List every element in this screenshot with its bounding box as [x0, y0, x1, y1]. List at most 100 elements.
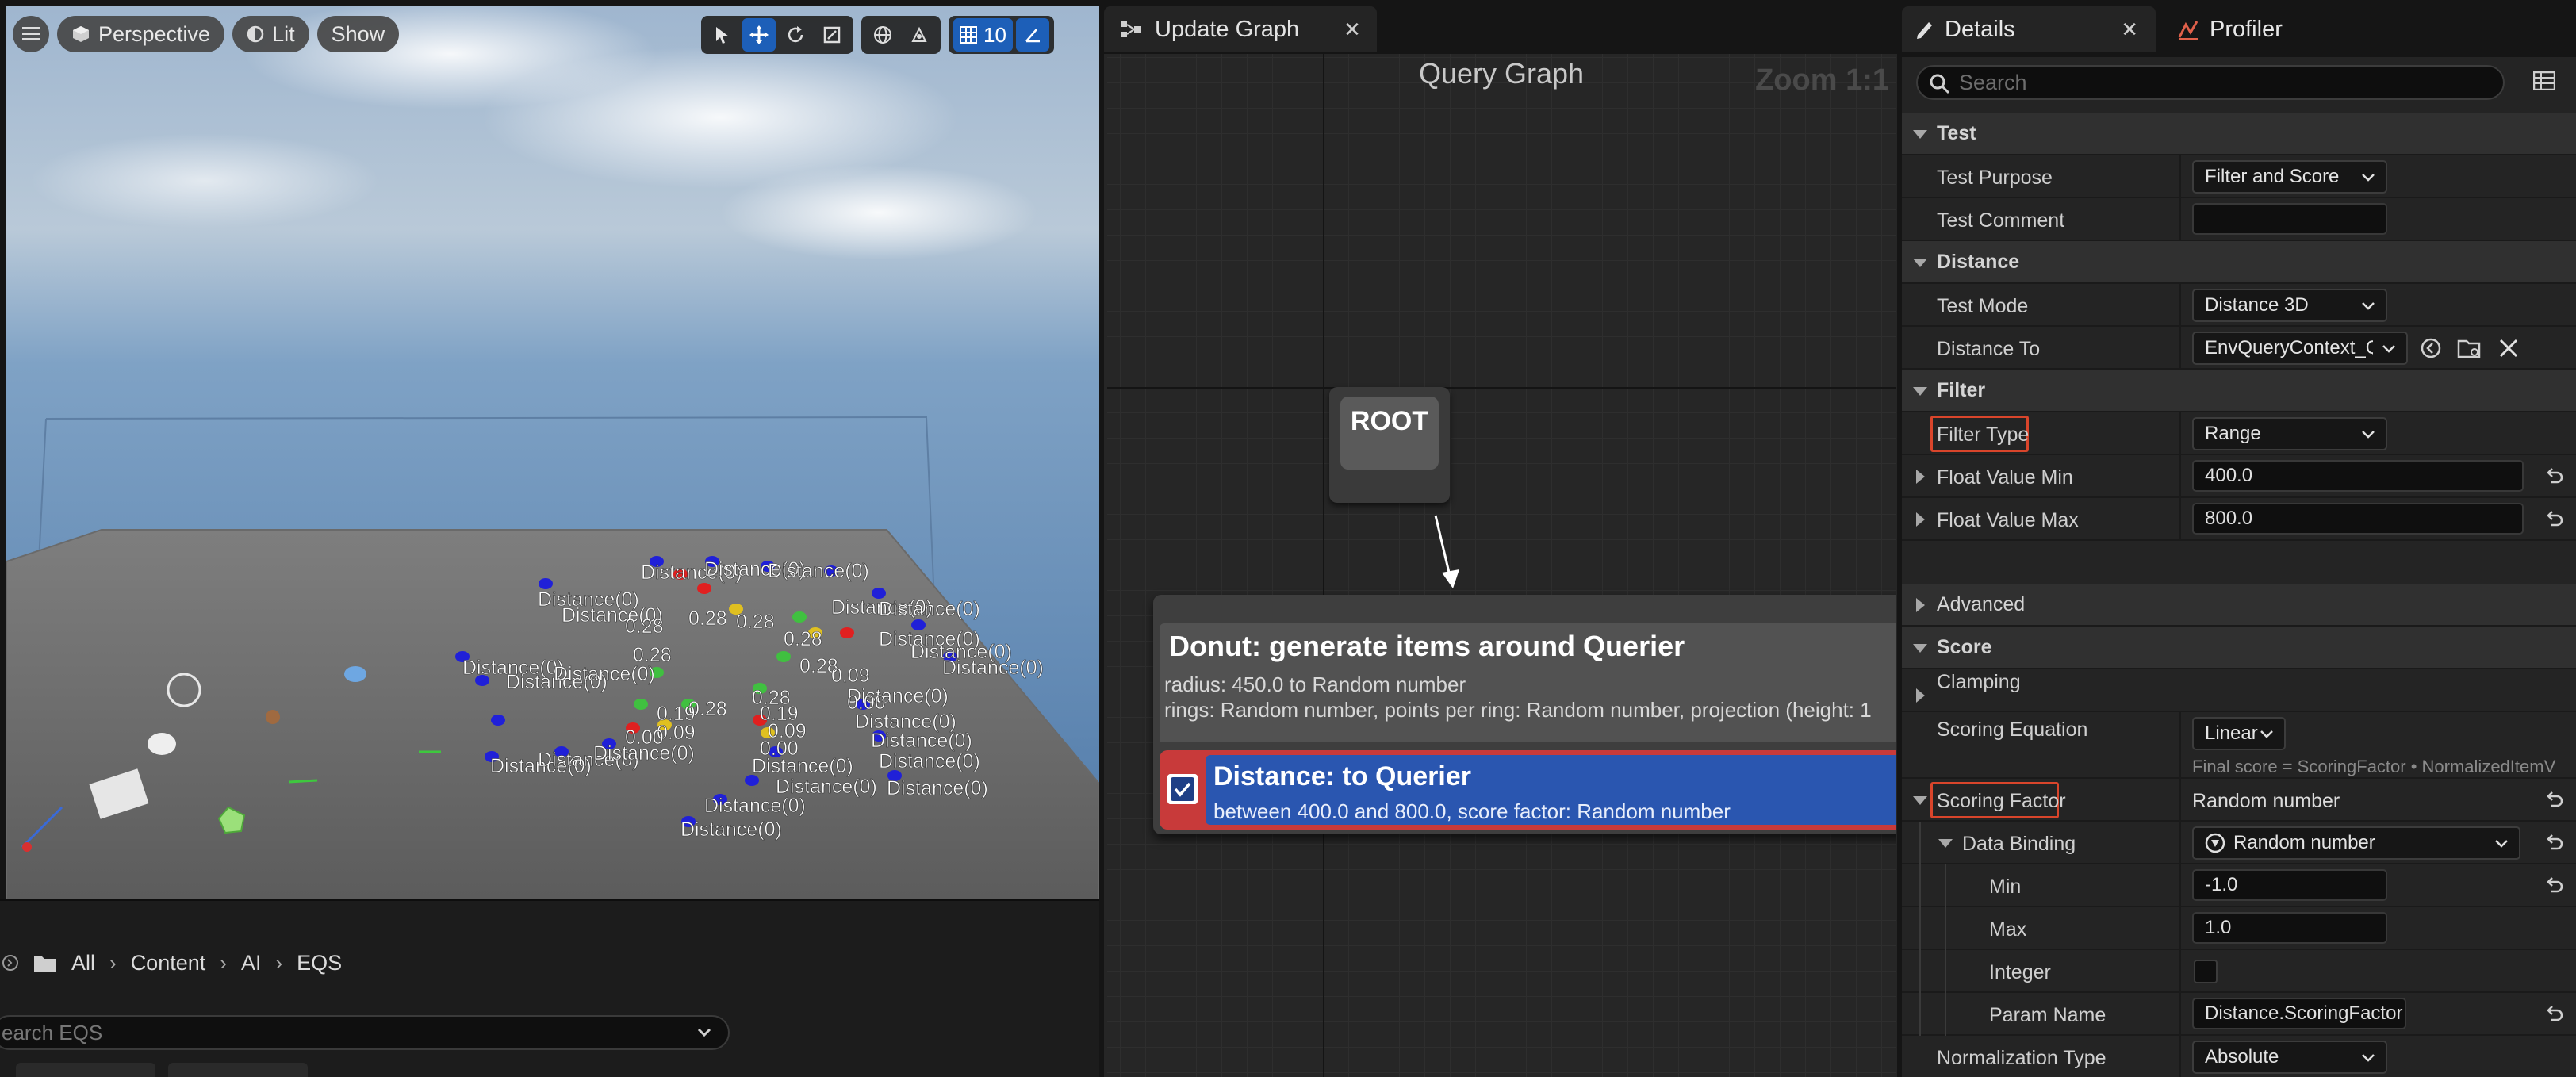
eqs-point-marker [792, 611, 807, 623]
eqs-score-label: Distance(0) [871, 730, 972, 752]
filter-type-combo[interactable]: Range [2192, 417, 2387, 450]
level-viewport[interactable]: Distance(0) Distance(0) Distance(0) Distanc… [6, 6, 1099, 899]
row-clamping[interactable]: Clamping [1902, 669, 2576, 712]
section-distance[interactable]: Distance [1902, 241, 2576, 284]
max-input[interactable]: 1.0 [2192, 912, 2387, 944]
chevron-down-icon[interactable] [695, 1023, 714, 1042]
hamburger-icon [22, 27, 40, 40]
chevron-down-icon [2260, 730, 2273, 738]
reset-arrow-icon[interactable] [2544, 466, 2565, 485]
test-mode-label: Test Mode [1937, 295, 2029, 317]
lit-button[interactable]: Lit [232, 16, 309, 52]
angle-icon [1025, 29, 1040, 43]
test-comment-input[interactable] [2192, 203, 2387, 235]
breadcrumb-ai[interactable]: AI [241, 951, 262, 975]
content-filter-tab[interactable] [168, 1063, 308, 1077]
row-float-min: Float Value Min 400.0 [1902, 455, 2576, 498]
data-binding-combo[interactable]: Random number [2192, 826, 2520, 860]
chevron-down-icon [2362, 1054, 2375, 1062]
test-purpose-combo[interactable]: Filter and Score [2192, 160, 2387, 194]
expand-arrow-icon[interactable] [1916, 512, 1925, 527]
perspective-button[interactable]: Perspective [57, 16, 225, 52]
eqs-score-label: Distance(0) [704, 795, 806, 817]
expand-arrow-icon [1916, 688, 1925, 703]
distance-test-body: Distance: to Querier between 400.0 and 8… [1206, 755, 1896, 825]
row-spacer [1902, 541, 2576, 584]
browse-folder-icon[interactable] [2457, 336, 2482, 360]
viewport-scene[interactable]: Distance(0)Distance(0)Distance(0)Distanc… [6, 6, 1099, 899]
section-test[interactable]: Test [1902, 113, 2576, 155]
show-label: Show [331, 21, 385, 46]
breadcrumb-content[interactable]: Content [131, 951, 206, 975]
float-min-label: Float Value Min [1937, 466, 2073, 489]
content-search-input[interactable]: earch EQS [0, 1015, 730, 1050]
show-button[interactable]: Show [316, 16, 400, 52]
close-icon[interactable]: ✕ [1344, 17, 1361, 42]
float-max-input[interactable]: 800.0 [2192, 503, 2524, 535]
distance-test-node[interactable]: Distance: to Querier between 400.0 and 8… [1160, 750, 1896, 830]
expand-arrow-icon[interactable] [1916, 470, 1925, 484]
details-search-input[interactable]: Search [1916, 65, 2505, 100]
test-mode-combo[interactable]: Distance 3D [2192, 289, 2387, 322]
section-filter-label: Filter [1937, 379, 1986, 401]
root-node[interactable]: ROOT [1329, 387, 1450, 503]
query-graph-canvas[interactable]: Query Graph Zoom 1:1 ROOT Donut: generat… [1107, 54, 1896, 1077]
expand-arrow-icon [1916, 598, 1925, 612]
min-label: Min [1989, 876, 2022, 898]
coordinate-tools [861, 16, 941, 54]
eqs-point-marker [539, 578, 553, 589]
use-selected-icon[interactable] [2419, 336, 2443, 360]
generator-title: Donut: generate items around Querier [1169, 630, 1685, 662]
collapse-arrow-icon[interactable] [1938, 839, 1953, 848]
clear-icon[interactable] [2497, 336, 2520, 360]
close-icon[interactable]: ✕ [2121, 17, 2138, 42]
row-integer: Integer [1902, 950, 2576, 993]
eqs-score-label: 0.28 [688, 607, 727, 630]
tab-details[interactable]: Details ✕ [1902, 6, 2156, 52]
collapse-arrow-icon [1913, 644, 1927, 653]
integer-checkbox[interactable] [2194, 960, 2218, 983]
reset-arrow-icon[interactable] [2544, 833, 2565, 852]
collapse-arrow-icon[interactable] [1913, 796, 1927, 805]
reset-arrow-icon[interactable] [2544, 790, 2565, 809]
float-min-input[interactable]: 400.0 [2192, 460, 2524, 492]
grid-snap-value: 10 [983, 22, 1006, 47]
min-input[interactable]: -1.0 [2192, 869, 2387, 901]
test-enabled-checkbox[interactable] [1167, 774, 1198, 804]
tab-profiler-label: Profiler [2210, 16, 2283, 42]
row-filter-type: Filter Type Range [1902, 412, 2576, 455]
section-score[interactable]: Score [1902, 627, 2576, 669]
viewport-menu-button[interactable] [13, 16, 49, 52]
filter-type-value: Range [2205, 423, 2261, 444]
breadcrumb-eqs[interactable]: EQS [297, 951, 342, 975]
reset-arrow-icon[interactable] [2544, 509, 2565, 528]
normalization-type-combo[interactable]: Absolute [2192, 1041, 2387, 1074]
reset-arrow-icon[interactable] [2544, 1004, 2565, 1023]
generator-node[interactable]: Donut: generate items around Querier rad… [1153, 595, 1896, 834]
content-filter-tab[interactable] [16, 1063, 155, 1077]
eqs-score-label: 0.28 [736, 611, 775, 633]
translate-tool-button[interactable] [742, 18, 776, 52]
breadcrumb-all[interactable]: All [71, 951, 95, 975]
lit-sphere-icon [247, 25, 264, 43]
tab-update-graph[interactable]: Update Graph ✕ [1104, 6, 1377, 52]
angle-snap-button[interactable] [1015, 18, 1049, 52]
section-filter[interactable]: Filter [1902, 370, 2576, 412]
rotate-tool-button[interactable] [779, 18, 812, 52]
param-name-input[interactable]: Distance.ScoringFactor [2192, 998, 2406, 1029]
section-advanced[interactable]: Advanced [1902, 584, 2576, 627]
chevron-down-icon [2382, 345, 2395, 353]
scoring-equation-combo[interactable]: Linear [2192, 717, 2286, 750]
distance-to-combo[interactable]: EnvQueryContext_Que [2192, 332, 2408, 365]
row-scoring-factor: Scoring Factor Random number [1902, 779, 2576, 822]
select-tool-button[interactable] [706, 18, 739, 52]
surface-snap-button[interactable] [903, 18, 936, 52]
tab-profiler[interactable]: Profiler [2164, 6, 2295, 52]
grid-snap-button[interactable]: 10 [953, 18, 1013, 52]
scale-tool-button[interactable] [815, 18, 849, 52]
reset-arrow-icon[interactable] [2544, 876, 2565, 895]
world-space-button[interactable] [866, 18, 899, 52]
folder-icon [34, 956, 56, 972]
history-icon[interactable] [2, 954, 19, 972]
view-options-icon[interactable] [2533, 71, 2555, 90]
